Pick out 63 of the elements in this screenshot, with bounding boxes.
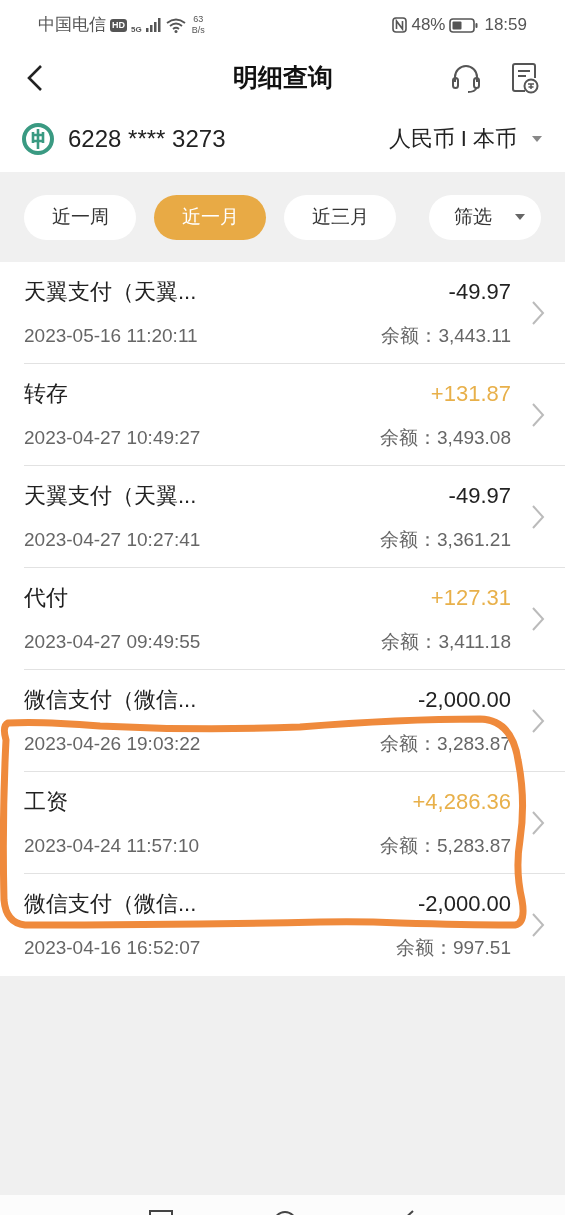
transaction-title: 微信支付（微信...	[24, 890, 197, 919]
balance-text: 余额：5,283.87	[380, 833, 511, 858]
currency-dropdown[interactable]: 人民币 I 本币	[388, 122, 543, 155]
balance-text: 余额：3,361.21	[380, 527, 511, 552]
transaction-amount: -2,000.00	[418, 890, 511, 919]
speed-unit: B/s	[191, 25, 205, 36]
transaction-amount: -49.97	[448, 277, 511, 306]
caret-icon	[514, 213, 526, 221]
transaction-row[interactable]: 天翼支付（天翼... -49.97 2023-05-16 11:20:11 余额：3,443.11	[24, 262, 565, 364]
clock-time: 18:59	[484, 14, 527, 37]
battery-percent: 48%	[411, 14, 446, 37]
transaction-title: 天翼支付（天翼...	[24, 277, 197, 306]
document-icon[interactable]	[511, 61, 539, 94]
balance-text: 余额：3,493.08	[380, 425, 511, 450]
transaction-row[interactable]: 代付 +127.31 2023-04-27 09:49:55 余额：3,411.18	[24, 568, 565, 670]
carrier-name: 中国电信	[38, 14, 106, 37]
chevron-right-icon	[531, 707, 545, 734]
signal-icon	[145, 18, 162, 32]
transaction-row[interactable]: 工资 +4,286.36 2023-04-24 11:57:10 余额：5,283.87	[24, 772, 565, 874]
balance-text: 余额：3,411.18	[381, 629, 511, 654]
caret-icon	[531, 134, 543, 143]
transaction-title: 工资	[24, 787, 68, 816]
wifi-icon	[165, 17, 186, 33]
nfc-icon	[392, 17, 408, 33]
transaction-amount: -2,000.00	[418, 685, 511, 714]
transaction-datetime: 2023-04-27 10:27:41	[24, 527, 201, 552]
balance-text: 余额：3,443.11	[381, 323, 511, 348]
chevron-right-icon	[531, 809, 545, 836]
speed-value: 63	[193, 14, 204, 25]
hd-badge: HD	[110, 18, 127, 32]
transaction-datetime: 2023-04-24 11:57:10	[24, 833, 200, 858]
network-type: 5G	[131, 24, 142, 37]
bank-logo-icon	[22, 122, 54, 155]
chevron-right-icon	[531, 503, 545, 530]
transaction-row[interactable]: 微信支付（微信... -2,000.00 2023-04-26 19:03:22 余额：3,283.87	[24, 670, 565, 772]
transaction-row[interactable]: 天翼支付（天翼... -49.97 2023-04-27 10:27:41 余额：3,361.21	[24, 466, 565, 568]
transaction-title: 天翼支付（天翼...	[24, 481, 197, 510]
battery-icon	[449, 17, 479, 33]
transaction-title: 代付	[24, 583, 68, 612]
transaction-datetime: 2023-04-26 19:03:22	[24, 731, 201, 756]
filter-dropdown[interactable]: 筛选	[429, 194, 541, 240]
balance-text: 余额：3,283.87	[380, 731, 511, 756]
transaction-datetime: 2023-05-16 11:20:11	[24, 323, 198, 348]
transaction-datetime: 2023-04-27 09:49:55	[24, 629, 201, 654]
transaction-datetime: 2023-04-27 10:49:27	[24, 425, 201, 450]
transaction-row[interactable]: 转存 +131.87 2023-04-27 10:49:27 余额：3,493.08	[24, 364, 565, 466]
period-tab[interactable]: 近三月	[284, 194, 396, 240]
chevron-right-icon	[531, 912, 545, 938]
transaction-amount: -49.97	[448, 481, 511, 510]
transaction-row[interactable]: 微信支付（微信... -2,000.00 2023-04-16 16:52:07 余额：997.51	[24, 874, 565, 976]
transaction-datetime: 2023-04-16 16:52:07	[24, 936, 201, 961]
transaction-amount: +127.31	[430, 583, 511, 612]
period-tab[interactable]: 近一周	[24, 194, 136, 240]
transaction-amount: +131.87	[430, 379, 511, 408]
balance-text: 余额：997.51	[395, 936, 511, 961]
transaction-title: 转存	[24, 379, 68, 408]
chevron-right-icon	[531, 299, 545, 326]
transaction-amount: +4,286.36	[412, 787, 511, 816]
chevron-right-icon	[531, 605, 545, 632]
page-title: 明细查询	[232, 61, 333, 93]
chevron-right-icon	[531, 401, 545, 428]
transaction-title: 微信支付（微信...	[24, 685, 197, 714]
card-number: 6228 **** 3273	[68, 123, 226, 154]
